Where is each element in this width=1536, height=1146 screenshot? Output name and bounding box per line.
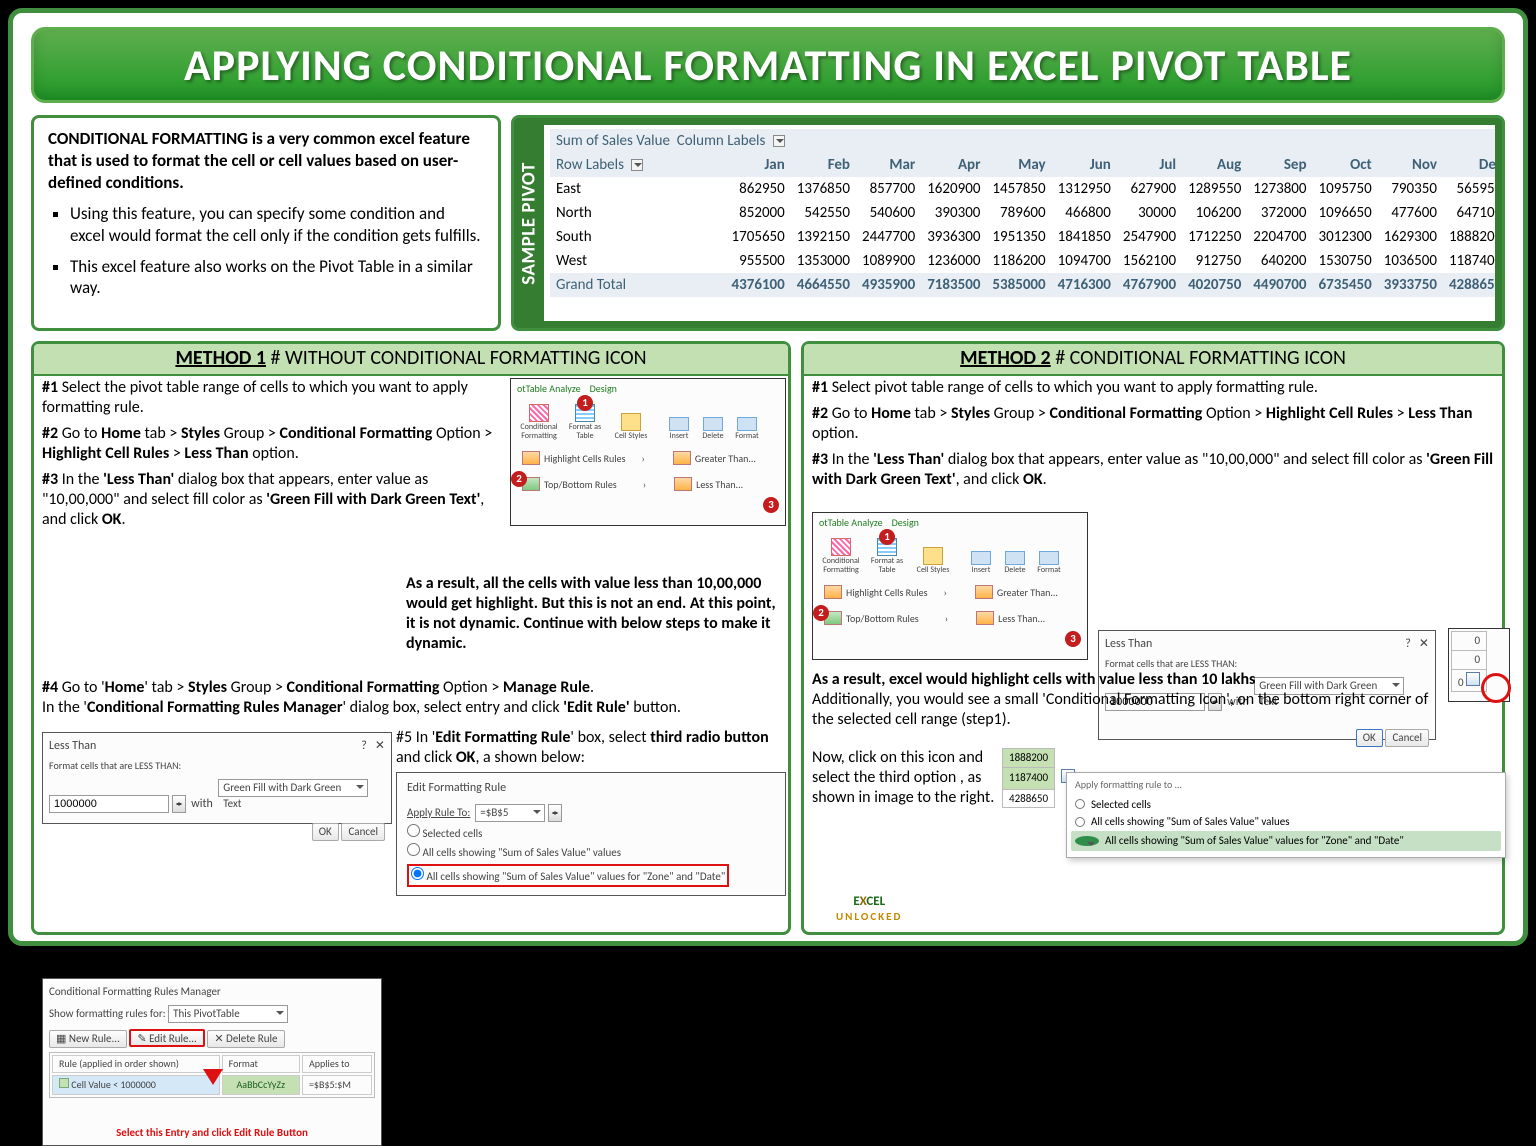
cf-icon-callout: 000 [1448,628,1510,702]
pivot-corner: Sum of Sales Value Column Labels [550,129,791,153]
excel-unlocked-logo: EXCEL UNLOCKED [836,894,902,924]
ribbon-screenshot: otTable Analyze Design Conditional Forma… [812,512,1088,660]
fill-select[interactable]: Green Fill with Dark Green Text [218,779,368,797]
arrow-icon [203,1069,223,1095]
less-than-label: Format cells that are LESS THAN: [1105,658,1429,671]
ribbon-screenshot: otTable Analyze Design Conditional Forma… [510,378,786,526]
ok-button[interactable]: OK [1356,729,1383,747]
conditional-formatting-button[interactable]: Conditional Formatting [819,530,863,576]
insert-button[interactable]: Insert [663,396,695,442]
highlight-cells-rules-item[interactable]: Highlight Cells Rules› [517,448,650,468]
intro-lead: CONDITIONAL FORMATTING is a very common … [48,128,482,193]
format-button[interactable]: Format [731,396,763,442]
popup-header: Apply formatting rule to ... [1075,779,1497,792]
intro-panel: CONDITIONAL FORMATTING is a very common … [31,115,501,331]
greater-than-item[interactable]: Greater Than... [668,448,761,468]
insert-button[interactable]: Insert [965,530,997,576]
dialog-title: Conditional Formatting Rules Manager [49,985,375,999]
radio-selected-cells[interactable]: Selected cells [407,824,775,841]
edit-rule-dialog: Edit Formatting Rule Apply Rule To: =$B$… [396,772,786,896]
rules-manager-dialog: Conditional Formatting Rules Manager Sho… [42,978,382,1146]
cell-styles-button[interactable]: Cell Styles [911,530,955,576]
new-rule-button[interactable]: ▦ New Rule... [49,1030,127,1048]
cancel-button[interactable]: Cancel [1385,729,1429,747]
dialog-title: Less Than [1105,637,1152,652]
highlight-cells-rules-item[interactable]: Highlight Cells Rules› [819,582,952,602]
method1-panel: METHOD 1 # WITHOUT CONDITIONAL FORMATTIN… [31,341,791,935]
cancel-button[interactable]: Cancel [341,823,385,841]
cf-icon[interactable] [1466,672,1480,686]
radio-all-zone-date[interactable]: All cells showing "Sum of Sales Value" v… [407,864,729,887]
intro-bullet: Using this feature, you can specify some… [70,203,482,246]
edit-rule-button[interactable]: ✎ Edit Rule... [129,1029,204,1047]
refedit-icon[interactable] [548,804,562,822]
method1-header: METHOD 1 # WITHOUT CONDITIONAL FORMATTIN… [34,344,788,376]
sample-pivot-panel: SAMPLE PIVOT Sum of Sales Value Column L… [511,115,1505,331]
page-title: APPLYING CONDITIONAL FORMATTING IN EXCEL… [31,27,1505,103]
format-button[interactable]: Format [1033,530,1065,576]
top-bottom-rules-item[interactable]: Top/Bottom Rules› [517,474,651,494]
cf-icon-popup: Apply formatting rule to ... Selected ce… [1066,772,1506,858]
dialog-title: Less Than [49,739,96,754]
less-than-item[interactable]: Less Than... [971,608,1050,628]
m1-result: As a result, all the cells with value le… [406,574,786,654]
dropdown-icon[interactable] [773,135,785,147]
ok-button[interactable]: OK [312,823,339,841]
rules-manager-hint: Select this Entry and click Edit Rule Bu… [49,1126,375,1140]
greater-than-item[interactable]: Greater Than... [970,582,1063,602]
less-than-value-input[interactable] [49,795,169,813]
popup-opt-all[interactable]: All cells showing "Sum of Sales Value" v… [1075,813,1497,831]
less-than-item[interactable]: Less Than... [669,474,748,494]
scope-select[interactable]: This PivotTable [168,1005,288,1023]
page-title-text: APPLYING CONDITIONAL FORMATTING IN EXCEL… [184,38,1352,92]
delete-button[interactable]: Delete [999,530,1031,576]
radio-all-values[interactable]: All cells showing "Sum of Sales Value" v… [407,843,775,860]
sample-pivot-label: SAMPLE PIVOT [514,118,544,328]
delete-button[interactable]: Delete [697,396,729,442]
intro-bullet: This excel feature also works on the Piv… [70,256,482,299]
apply-ref[interactable]: =$B$5 [475,804,545,822]
less-than-label: Format cells that are LESS THAN: [49,760,385,773]
m2-note: Now, click on this icon and select the t… [812,748,998,808]
dialog-help-close[interactable]: ? ✕ [361,739,385,760]
method2-panel: METHOD 2 # CONDITIONAL FORMATTING ICON #… [801,341,1505,935]
popup-opt-selected[interactable]: Selected cells [1075,796,1497,814]
delete-rule-button[interactable]: ✕ Delete Rule [207,1030,284,1048]
dialog-help-close[interactable]: ? ✕ [1405,637,1429,658]
dialog-title: Edit Formatting Rule [407,781,775,796]
cell-styles-button[interactable]: Cell Styles [609,396,653,442]
pivot-table: Sum of Sales Value Column Labels Row Lab… [550,129,1495,297]
less-than-dialog: Less Than ? ✕ Format cells that are LESS … [42,732,392,824]
popup-opt-zone-date[interactable]: All cells showing "Sum of Sales Value" v… [1071,831,1501,851]
refedit-icon[interactable] [172,795,186,813]
conditional-formatting-button[interactable]: Conditional Formatting [517,396,561,442]
top-bottom-rules-item[interactable]: Top/Bottom Rules› [819,608,953,628]
pivot-table-wrap: Sum of Sales Value Column Labels Row Lab… [544,125,1495,321]
method2-header: METHOD 2 # CONDITIONAL FORMATTING ICON [804,344,1502,376]
